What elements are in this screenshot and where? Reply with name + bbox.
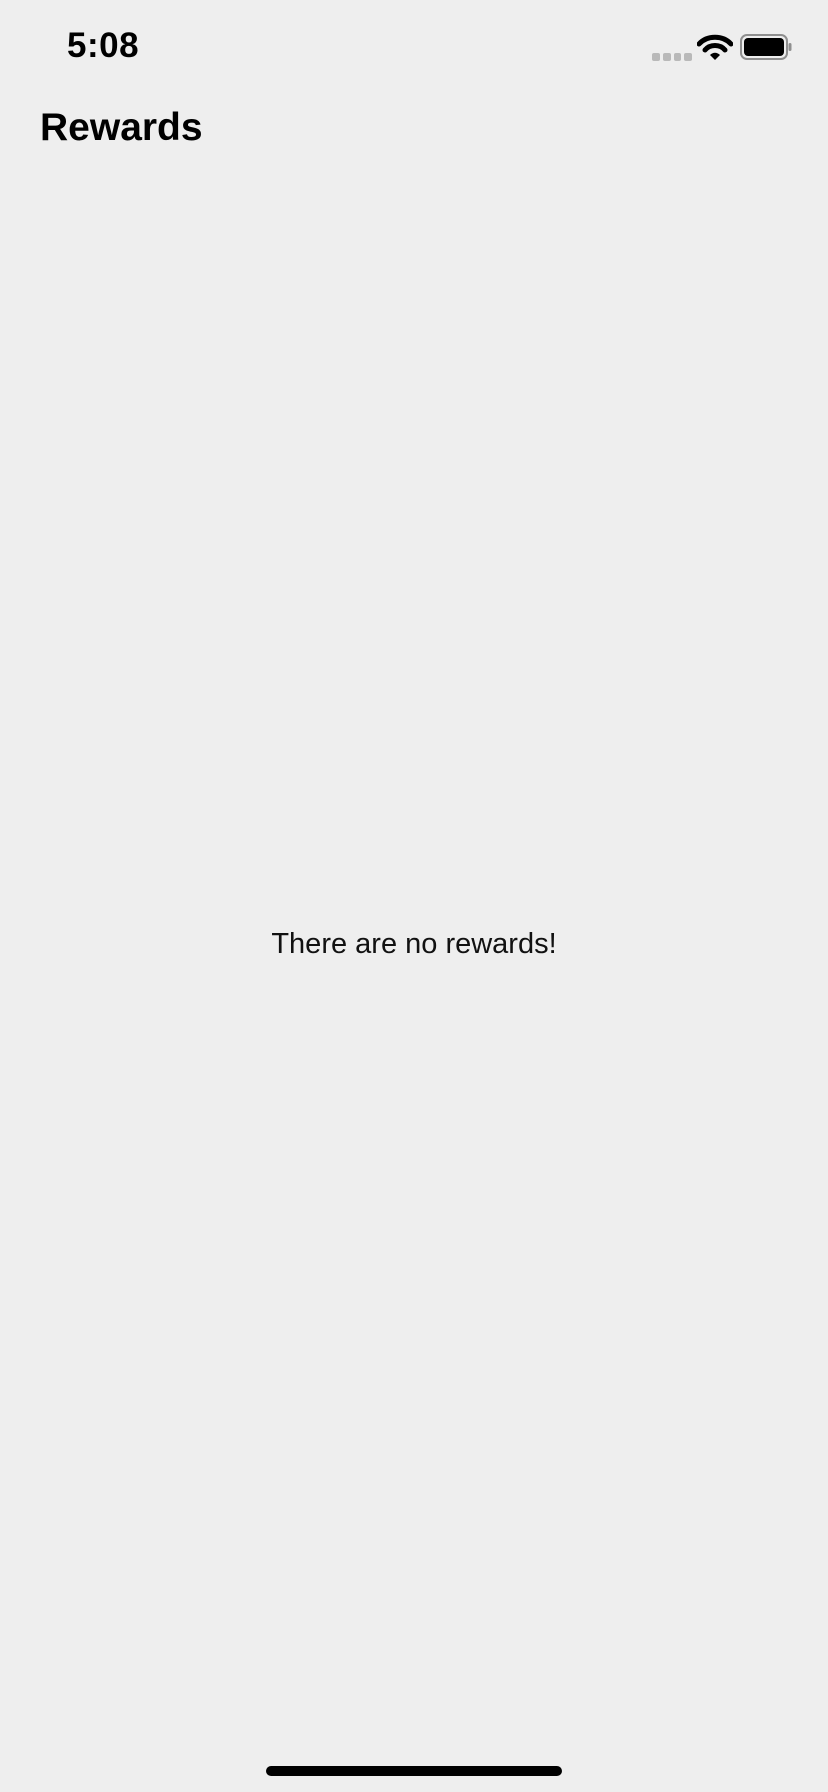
- signal-dot-4: [684, 53, 692, 61]
- battery-icon: [740, 34, 792, 60]
- signal-dot-2: [662, 53, 671, 61]
- status-bar: 5:08: [0, 0, 828, 100]
- wifi-icon: [697, 34, 733, 60]
- page-title: Rewards: [40, 106, 203, 149]
- signal-dot-3: [673, 53, 682, 61]
- signal-dot-1: [652, 53, 660, 61]
- cellular-signal-icon: [652, 53, 692, 62]
- home-indicator[interactable]: [266, 1766, 562, 1776]
- status-time: 5:08: [67, 26, 140, 65]
- empty-state-message: There are no rewards!: [271, 928, 557, 960]
